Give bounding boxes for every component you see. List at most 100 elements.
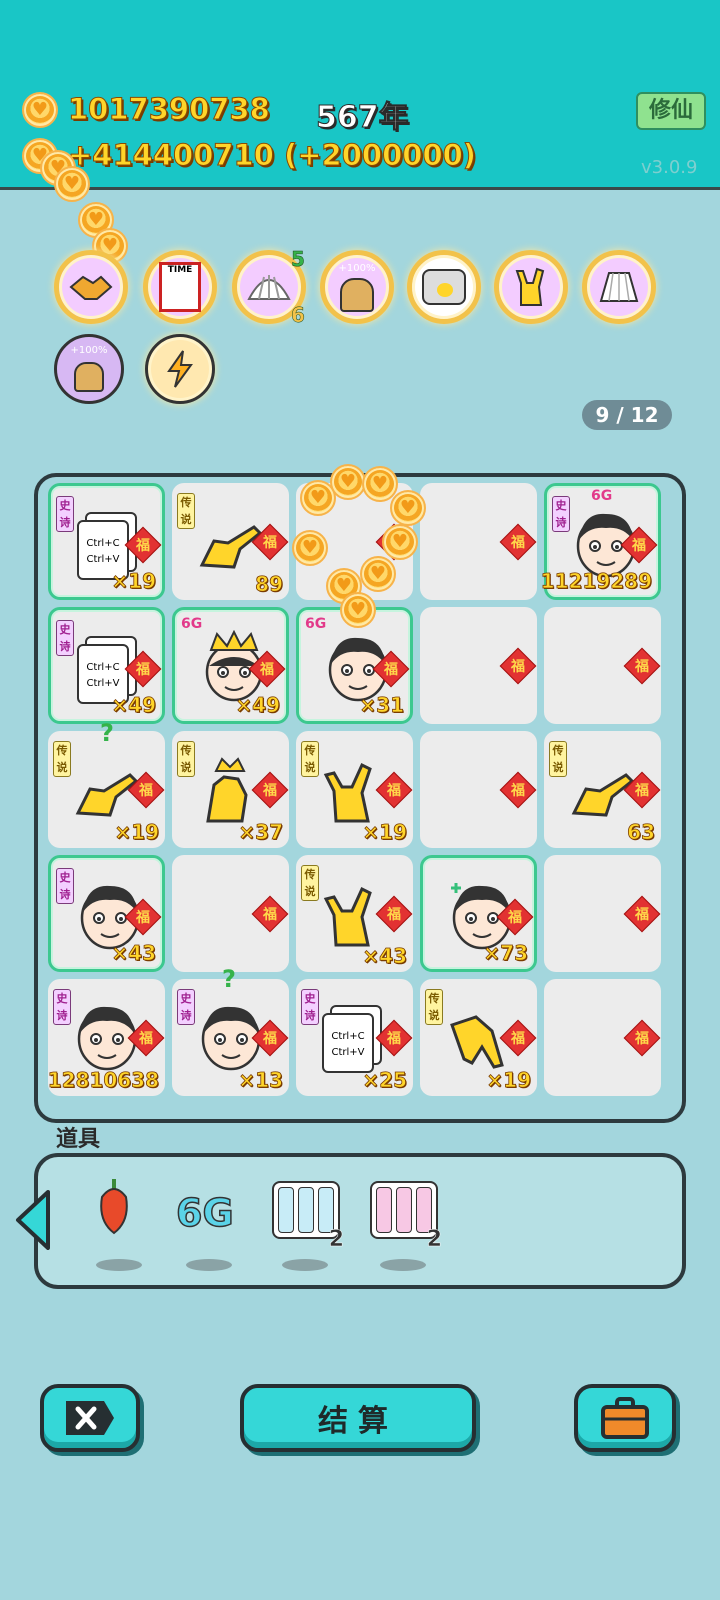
skill-shell[interactable]: 5 6 [232,247,306,328]
coins-total: 1017390738 [68,92,271,127]
tag-legend: 传说 [301,741,319,777]
skill-handshake[interactable] [54,250,128,324]
item-chili[interactable] [84,1171,164,1271]
cell-count: ×13 [238,1068,283,1093]
xiuxian-button[interactable]: 修仙 [636,92,706,130]
cell-count: ×19 [486,1068,531,1093]
close-button[interactable] [40,1384,140,1452]
tag-legend: 传说 [177,741,195,777]
cell-count: ×19 [114,820,159,845]
scroll-left-arrow-icon[interactable] [14,1190,52,1250]
cell-count: 11219289 [540,569,652,594]
tag-legend: 传说 [177,493,195,529]
cell-count: ×31 [359,693,404,718]
skill-lightning[interactable] [145,334,215,404]
version-label: v3.0.9 [641,157,698,178]
item-shadow [282,1259,328,1271]
fu-badge: 福 [623,895,661,933]
tag-epic: 史诗 [56,868,74,904]
cell-count: ×43 [111,941,156,966]
flying-coin-icon [54,166,90,202]
card-text-line1: Ctrl+C [86,662,120,673]
question-mark: ? [222,965,236,993]
cup-small-icon [74,362,104,392]
grid-cell[interactable]: 传说 福 ×37 [172,731,289,848]
card-text-line1: Ctrl+C [331,1031,365,1042]
skill-cup[interactable]: +100% [320,250,394,324]
grid-cell[interactable]: 福 [420,731,537,848]
item-shadow [186,1259,232,1271]
skill-pot[interactable] [407,250,481,324]
time-magazine-icon: TIME [159,262,201,312]
shell-icon [247,275,291,300]
flying-coin-icon [330,464,366,500]
grid-cell[interactable]: 传说 福 ×43 [296,855,413,972]
card-text-line2: Ctrl+V [86,678,120,689]
grid-cell[interactable]: 史诗 福 ×43 [48,855,165,972]
briefcase-button[interactable] [574,1384,676,1452]
grid-cell[interactable]: 史诗 Ctrl+C Ctrl+V 福 ×19 [48,483,165,600]
tag-epic: 史诗 [552,496,570,532]
cell-count: 63 [627,820,656,845]
item-shadow [380,1259,426,1271]
cell-count: ×43 [362,944,407,969]
skill-skirt[interactable] [582,250,656,324]
item-red-scrolls[interactable]: 2 [368,1171,448,1271]
grid-cell[interactable]: 传说 福 ×19 [296,731,413,848]
skirt-icon [599,272,639,302]
pot-duck-icon [422,269,466,305]
skill-badge-bottom: 6 [291,303,305,328]
card-text-line1: Ctrl+C [86,538,120,549]
grid-cell[interactable]: 史诗 福 12810638 [47,979,165,1096]
tag-epic: 史诗 [56,496,74,532]
page-indicator: 9 / 12 [582,400,672,430]
fu-badge: 福 [499,647,537,685]
year-counter: 567年 [316,100,410,136]
coins-rate: +414400710 (+2000000) [67,138,477,173]
coin-icon [22,92,58,128]
tag-epic: 史诗 [53,989,71,1025]
6g-icon: 6G [175,1190,234,1236]
grid-cell[interactable]: 史诗 Ctrl+C Ctrl+V 福 ×49 [48,607,165,724]
flying-coin-icon [360,556,396,592]
skill-rock-hand[interactable] [494,250,568,324]
tag-legend: 传说 [301,865,319,901]
skill-cup-label: +100% [338,263,376,274]
grid-cell[interactable]: 福 [544,979,661,1096]
grid-cell[interactable]: 福 ×73 [420,855,537,972]
cell-count: ×19 [111,569,156,594]
grid-cell[interactable]: 史诗 6G 福 11219289 [540,483,661,600]
item-qty: 2 [328,1227,344,1253]
fu-badge: 福 [499,771,537,809]
grid-cell[interactable]: 福 [172,855,289,972]
cell-count: ×37 [238,820,283,845]
chili-icon [100,1179,128,1235]
flying-coin-icon [340,592,376,628]
skill-time[interactable]: TIME [143,250,217,324]
grid-cell[interactable]: 传说 福 ×19 [420,979,537,1096]
cell-count: ×49 [111,693,156,718]
lightning-icon [167,350,193,388]
item-shadow [96,1259,142,1271]
grid-cell[interactable]: 福 [544,855,661,972]
skill-cup-small-label: +100% [70,345,108,356]
cell-count: ×49 [235,693,280,718]
item-qty: 2 [426,1227,442,1253]
tag-legend: 传说 [549,741,567,777]
settle-button-label: 结算 [318,1404,398,1439]
skill-cup-small[interactable]: +100% [54,334,124,404]
grid-cell[interactable]: 传说 福 63 [544,731,661,848]
grid-cell[interactable]: 福 [544,607,661,724]
grid-cell[interactable]: 史诗 Ctrl+C Ctrl+V 福 ×25 [296,979,413,1096]
cell-count: ×25 [362,1068,407,1093]
fu-badge: 福 [251,895,289,933]
item-green-scrolls[interactable]: 2 [270,1171,350,1271]
grid-cell[interactable]: 传说 ? 福 ×19 [48,719,165,848]
tag-epic: 史诗 [56,620,74,656]
tag-epic: 史诗 [177,989,195,1025]
tag-legend: 传说 [425,989,443,1025]
settle-button[interactable]: 结算 [240,1384,476,1452]
grid-cell[interactable]: 史诗 ? 福 ×13 [172,965,289,1096]
fu-badge: 福 [623,1019,661,1057]
item-6g[interactable]: 6G [174,1171,254,1271]
